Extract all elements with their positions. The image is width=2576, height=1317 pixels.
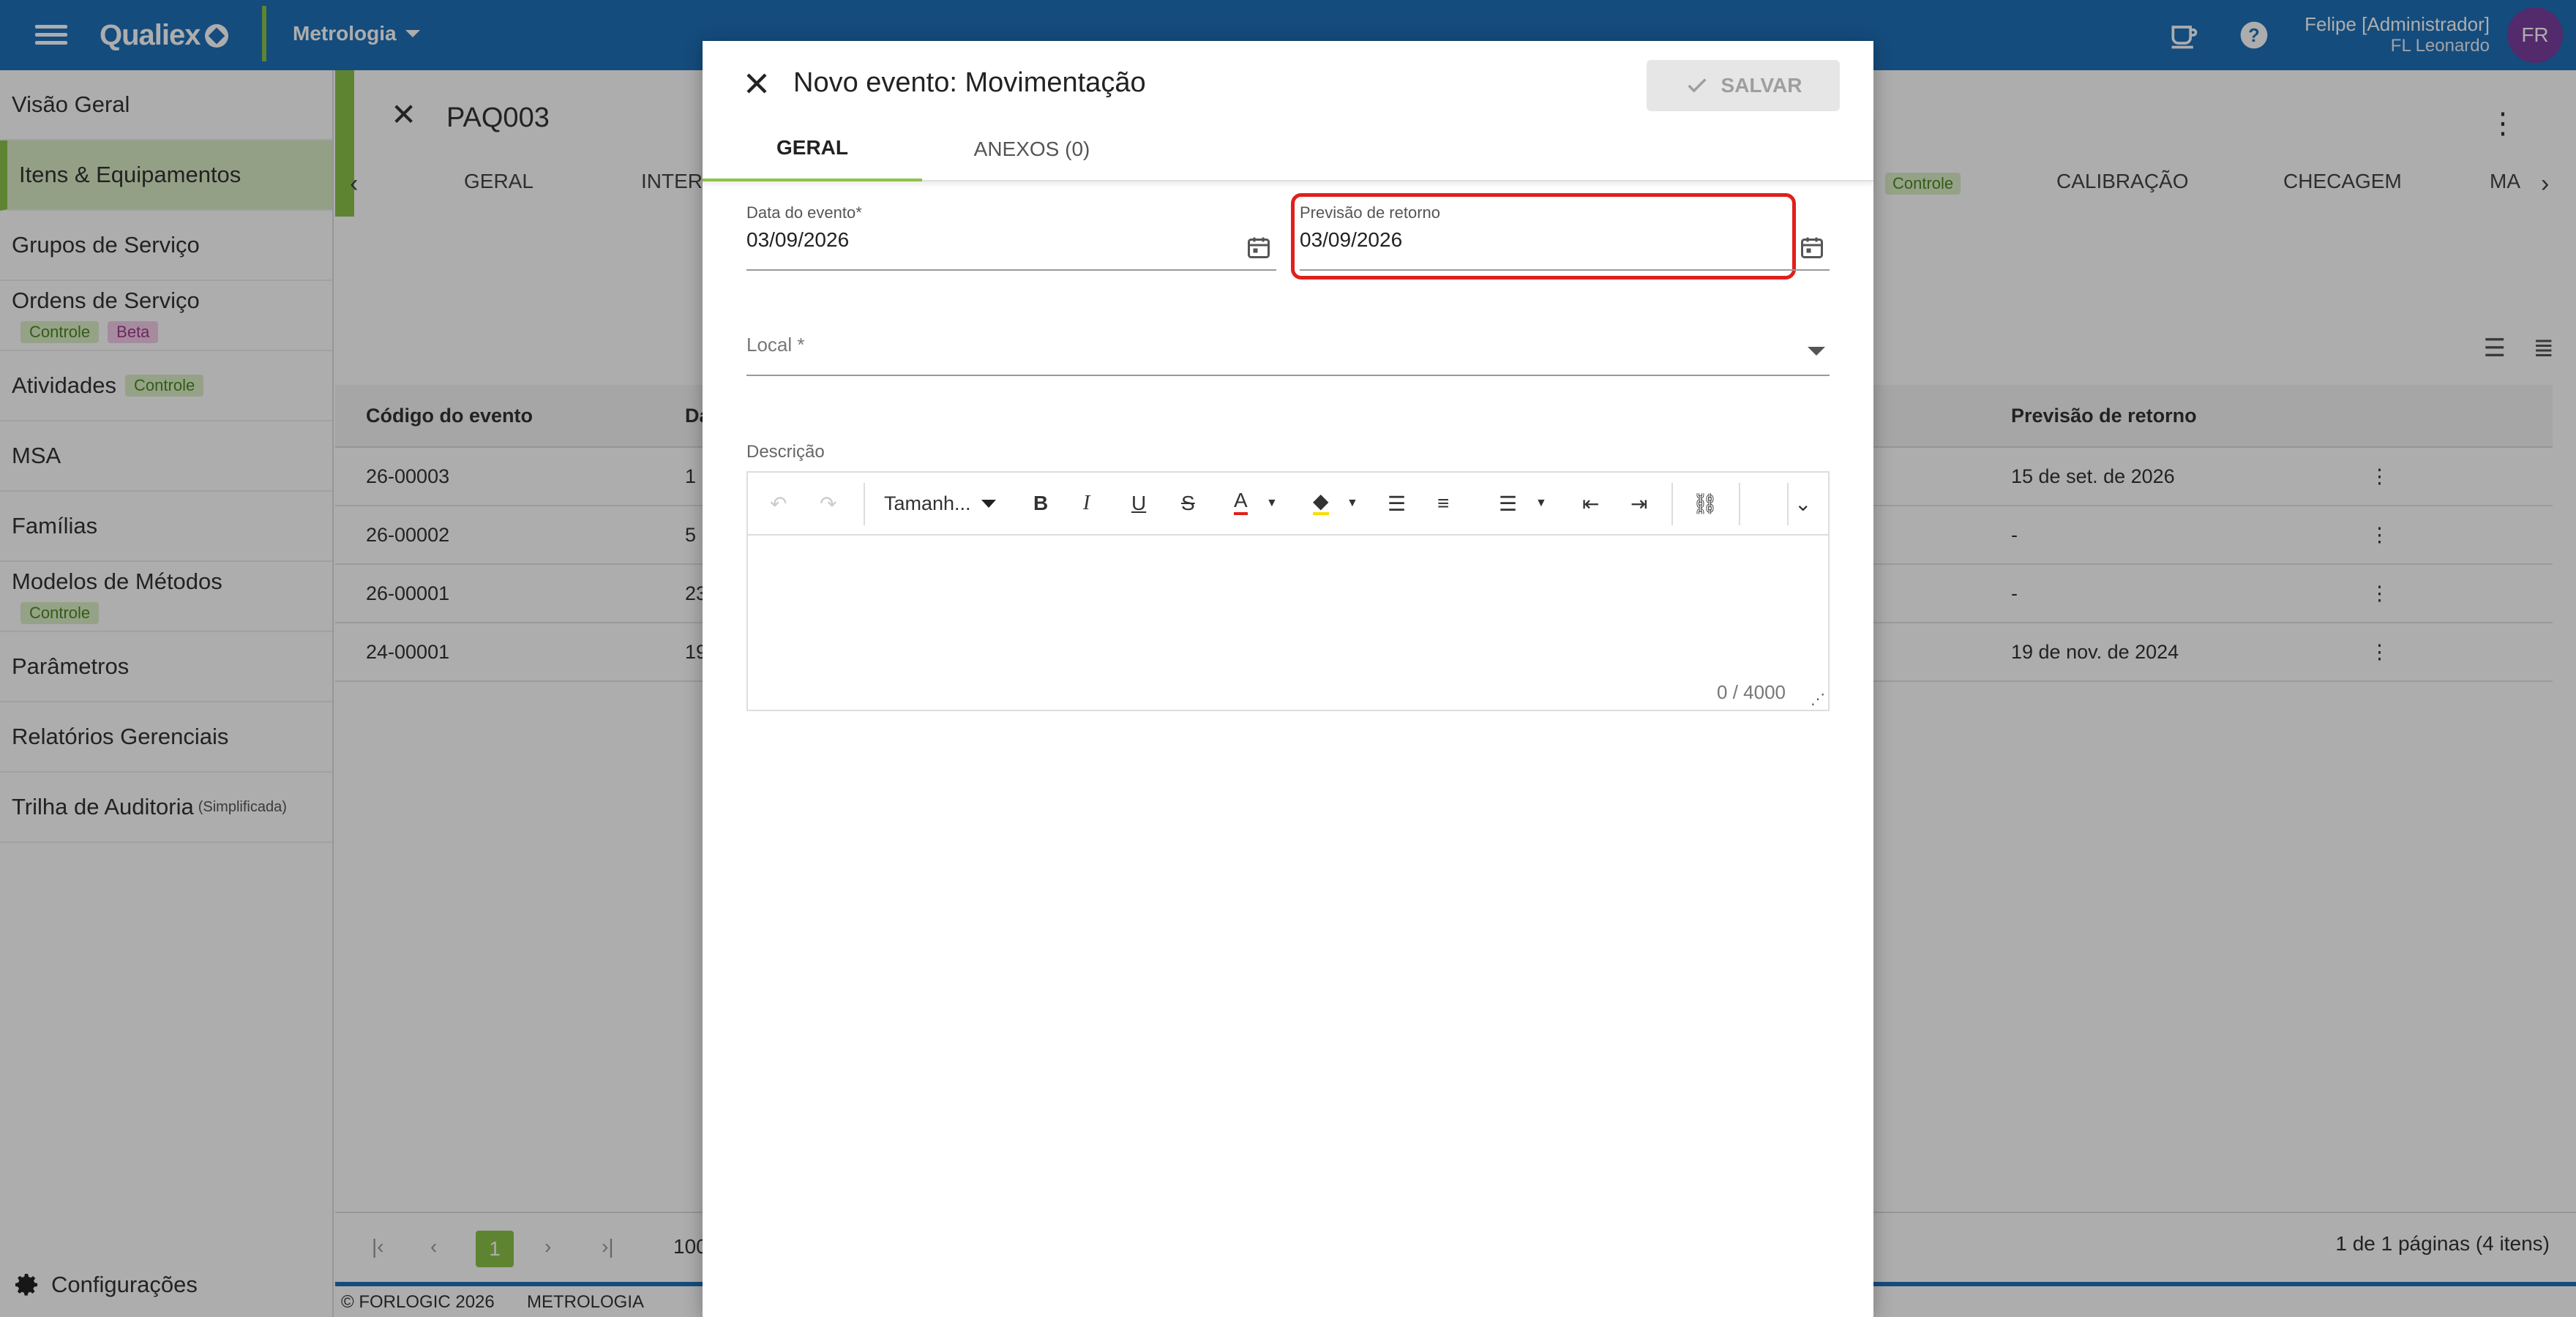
new-event-dialog: Novo evento: Movimentação SALVAR GERAL A… (703, 41, 1873, 1317)
editor-toolbar: ↶ ↷ Tamanh... B I U S A ▼ ◆ ▼ ☰ ≡ ☰ ▼ ⇤ … (748, 473, 1828, 536)
return-date-input[interactable]: 03/09/2026 (1300, 228, 1835, 252)
toolbar-separator (1787, 483, 1789, 525)
caret-down-icon[interactable]: ▼ (1535, 489, 1547, 518)
field-label: Descrição (746, 442, 825, 462)
save-button[interactable]: SALVAR (1647, 60, 1840, 111)
italic-icon[interactable]: I (1083, 489, 1090, 518)
align-left-icon[interactable]: ☰ (1499, 489, 1517, 518)
calendar-icon[interactable] (1246, 234, 1272, 260)
toolbar-separator (864, 483, 865, 525)
dialog-tabs: GERAL ANEXOS (0) (703, 117, 1873, 181)
outdent-icon[interactable]: ⇤ (1582, 489, 1599, 518)
caret-down-icon[interactable]: ▼ (1266, 489, 1278, 518)
return-date-field[interactable]: Previsão de retorno 03/09/2026 (1300, 203, 1835, 271)
font-size-select[interactable]: Tamanh... (884, 489, 996, 518)
description-label-wrap: Descrição (746, 442, 825, 462)
field-underline (746, 269, 1276, 271)
close-icon[interactable] (739, 66, 774, 101)
event-date-input[interactable]: 03/09/2026 (746, 228, 1282, 252)
bold-icon[interactable]: B (1033, 489, 1048, 518)
caret-down-icon[interactable]: ▼ (1347, 489, 1358, 518)
event-date-field[interactable]: Data do evento* 03/09/2026 (746, 203, 1282, 271)
save-label: SALVAR (1721, 74, 1802, 97)
link-icon[interactable]: ⛓ (1692, 489, 1718, 518)
undo-icon[interactable]: ↶ (770, 489, 787, 518)
editor-content[interactable] (748, 537, 1828, 710)
font-size-label: Tamanh... (884, 492, 971, 514)
bullet-list-icon[interactable]: ☰ (1388, 489, 1406, 518)
toolbar-separator (1671, 483, 1673, 525)
text-color-icon[interactable]: A (1234, 489, 1248, 515)
caret-down-icon[interactable] (1808, 347, 1825, 356)
dialog-title: Novo evento: Movimentação (793, 67, 1146, 98)
rich-text-editor: ↶ ↷ Tamanh... B I U S A ▼ ◆ ▼ ☰ ≡ ☰ ▼ ⇤ … (746, 471, 1830, 711)
field-label: Local * (746, 334, 805, 356)
redo-icon[interactable]: ↷ (820, 489, 836, 518)
check-icon (1687, 78, 1707, 93)
tab-anexos[interactable]: ANEXOS (0) (922, 117, 1142, 181)
numbered-list-icon[interactable]: ≡ (1437, 489, 1449, 518)
field-label: Data do evento* (746, 203, 862, 222)
field-underline (1300, 269, 1830, 271)
local-select[interactable]: Local * (746, 334, 1830, 376)
calendar-icon[interactable] (1799, 234, 1825, 260)
underline-icon[interactable]: U (1131, 489, 1146, 518)
highlight-color-icon[interactable]: ◆ (1313, 489, 1329, 515)
caret-down-icon (981, 499, 996, 508)
indent-icon[interactable]: ⇥ (1630, 489, 1647, 518)
field-underline (746, 375, 1830, 376)
tab-geral[interactable]: GERAL (703, 117, 922, 181)
chevron-down-icon[interactable]: ⌄ (1794, 489, 1811, 518)
toolbar-separator (1739, 483, 1740, 525)
field-label: Previsão de retorno (1300, 203, 1440, 222)
strikethrough-icon[interactable]: S (1181, 489, 1195, 518)
resize-handle-icon[interactable]: ⋰ (1811, 690, 1825, 708)
character-counter: 0 / 4000 (1717, 681, 1786, 703)
